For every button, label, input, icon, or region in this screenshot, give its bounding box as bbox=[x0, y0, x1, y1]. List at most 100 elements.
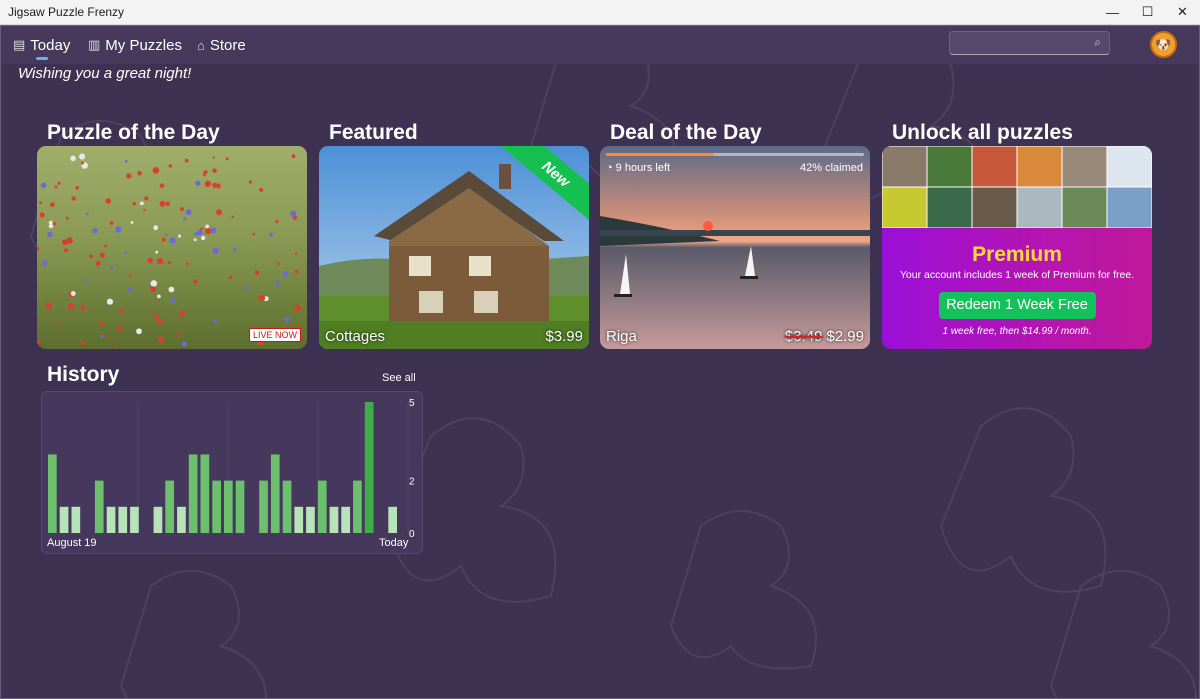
flower-dot bbox=[57, 181, 61, 185]
history-bar bbox=[317, 480, 327, 533]
flower-dot bbox=[39, 212, 45, 218]
collage-tile bbox=[1106, 146, 1152, 188]
collage-tile bbox=[926, 146, 973, 188]
nav-my-puzzles[interactable]: ▥ My Puzzles bbox=[88, 34, 182, 56]
maximize-button[interactable]: ☐ bbox=[1130, 0, 1165, 25]
nav-store-label: Store bbox=[209, 36, 246, 54]
flower-dot bbox=[246, 286, 250, 290]
flower-dot bbox=[155, 259, 158, 262]
history-bar bbox=[130, 506, 139, 533]
deal-time-left: ◔ 9 hours left bbox=[606, 162, 670, 174]
puzzle-of-day-card[interactable]: LIVE NOW bbox=[37, 146, 307, 349]
flower-dot bbox=[137, 170, 142, 176]
nav-store[interactable]: ⌂ Store bbox=[197, 34, 246, 56]
poppy-field-image bbox=[37, 146, 307, 349]
flower-dot bbox=[100, 252, 105, 258]
collage-tile bbox=[1016, 186, 1063, 228]
flower-dot bbox=[52, 221, 56, 226]
flower-dot bbox=[294, 252, 298, 255]
flower-dot bbox=[156, 317, 161, 323]
featured-label: Cottages bbox=[325, 328, 386, 345]
flower-dot bbox=[75, 186, 79, 190]
flower-dot bbox=[275, 281, 280, 286]
flower-dot bbox=[130, 221, 134, 224]
history-bar bbox=[364, 402, 374, 533]
flower-dot bbox=[39, 201, 43, 205]
search-icon[interactable]: ⌕ bbox=[1094, 35, 1101, 50]
flower-dot bbox=[159, 183, 165, 188]
y-tick-label: 0 bbox=[409, 529, 415, 540]
close-button[interactable]: ✕ bbox=[1165, 0, 1200, 25]
history-bar bbox=[270, 454, 280, 533]
dog-avatar-icon[interactable]: 🐶 bbox=[1150, 31, 1177, 58]
flower-dot bbox=[164, 233, 168, 236]
flower-dot bbox=[296, 324, 301, 328]
search-input[interactable]: ⌕ bbox=[949, 31, 1110, 55]
deal-price: $3.49 $2.99 bbox=[785, 328, 864, 345]
premium-card[interactable]: Premium Your account includes 1 week of … bbox=[882, 146, 1152, 349]
flower-dot bbox=[153, 313, 158, 318]
history-bar bbox=[200, 454, 210, 533]
flower-dot bbox=[216, 209, 222, 216]
nav-today[interactable]: ▤ Today bbox=[13, 34, 70, 56]
flower-dot bbox=[155, 250, 159, 254]
history-bar bbox=[165, 480, 174, 533]
flower-dot bbox=[228, 275, 233, 280]
flower-dot bbox=[85, 279, 89, 283]
flower-dot bbox=[119, 309, 124, 314]
flower-dot bbox=[126, 173, 132, 179]
flower-dot bbox=[181, 341, 187, 347]
premium-heading: Premium bbox=[972, 243, 1062, 266]
flower-dot bbox=[42, 260, 48, 266]
library-icon: ▥ bbox=[88, 37, 101, 52]
greeting-text: Wishing you a great night! bbox=[18, 65, 192, 82]
flower-dot bbox=[86, 212, 89, 216]
flower-dot bbox=[79, 153, 86, 160]
puzzle-collage-image bbox=[882, 146, 1152, 228]
flower-dot bbox=[200, 235, 206, 241]
flower-dot bbox=[233, 247, 237, 252]
deal-claimed-text: 42% claimed bbox=[800, 162, 863, 174]
flower-dot bbox=[54, 185, 58, 189]
app-window: ▤ Today ▥ My Puzzles ⌂ Store ⌕ 🐶 Wishing… bbox=[0, 25, 1200, 699]
collage-tile bbox=[971, 186, 1018, 228]
flower-dot bbox=[136, 328, 142, 335]
history-bar bbox=[153, 506, 163, 533]
flower-dot bbox=[184, 158, 189, 163]
flower-dot bbox=[67, 303, 74, 310]
flower-dot bbox=[168, 164, 173, 168]
flower-dot bbox=[104, 244, 107, 248]
featured-card[interactable]: New Cottages $3.99 bbox=[319, 146, 589, 349]
flower-dot bbox=[290, 210, 297, 217]
featured-title: Featured bbox=[329, 121, 418, 144]
flower-dot bbox=[212, 247, 219, 254]
flower-dot bbox=[157, 294, 161, 299]
flower-dot bbox=[282, 270, 289, 277]
flower-dot bbox=[124, 251, 127, 255]
flower-dot bbox=[144, 196, 149, 201]
flower-dot bbox=[157, 257, 164, 265]
window-titlebar: Jigsaw Puzzle Frenzy — ☐ ✕ bbox=[0, 0, 1200, 25]
redeem-button[interactable]: Redeem 1 Week Free bbox=[938, 292, 1096, 319]
flower-dot bbox=[169, 237, 176, 244]
minimize-button[interactable]: — bbox=[1095, 0, 1130, 25]
flower-dot bbox=[40, 182, 47, 189]
flower-dot bbox=[80, 304, 86, 310]
flower-dot bbox=[47, 231, 53, 237]
history-bar bbox=[212, 480, 221, 533]
flower-dot bbox=[259, 187, 264, 192]
see-all-link[interactable]: See all bbox=[382, 372, 416, 384]
flower-dot bbox=[110, 265, 114, 269]
premium-section-title: Unlock all puzzles bbox=[892, 121, 1073, 144]
flower-dot bbox=[48, 220, 53, 225]
flower-dot bbox=[100, 334, 104, 338]
flower-dot bbox=[50, 202, 55, 208]
flower-dot bbox=[294, 304, 301, 311]
history-title: History bbox=[47, 363, 120, 386]
calendar-icon: ▤ bbox=[13, 37, 26, 52]
chart-x-start-label: August 19 bbox=[47, 537, 97, 549]
nav-selected-indicator bbox=[36, 57, 48, 60]
flower-dot bbox=[170, 297, 176, 303]
deal-card[interactable]: ◔ 9 hours left 42% claimed Riga $3.49 $2.… bbox=[600, 146, 870, 349]
flower-dot bbox=[125, 159, 128, 163]
